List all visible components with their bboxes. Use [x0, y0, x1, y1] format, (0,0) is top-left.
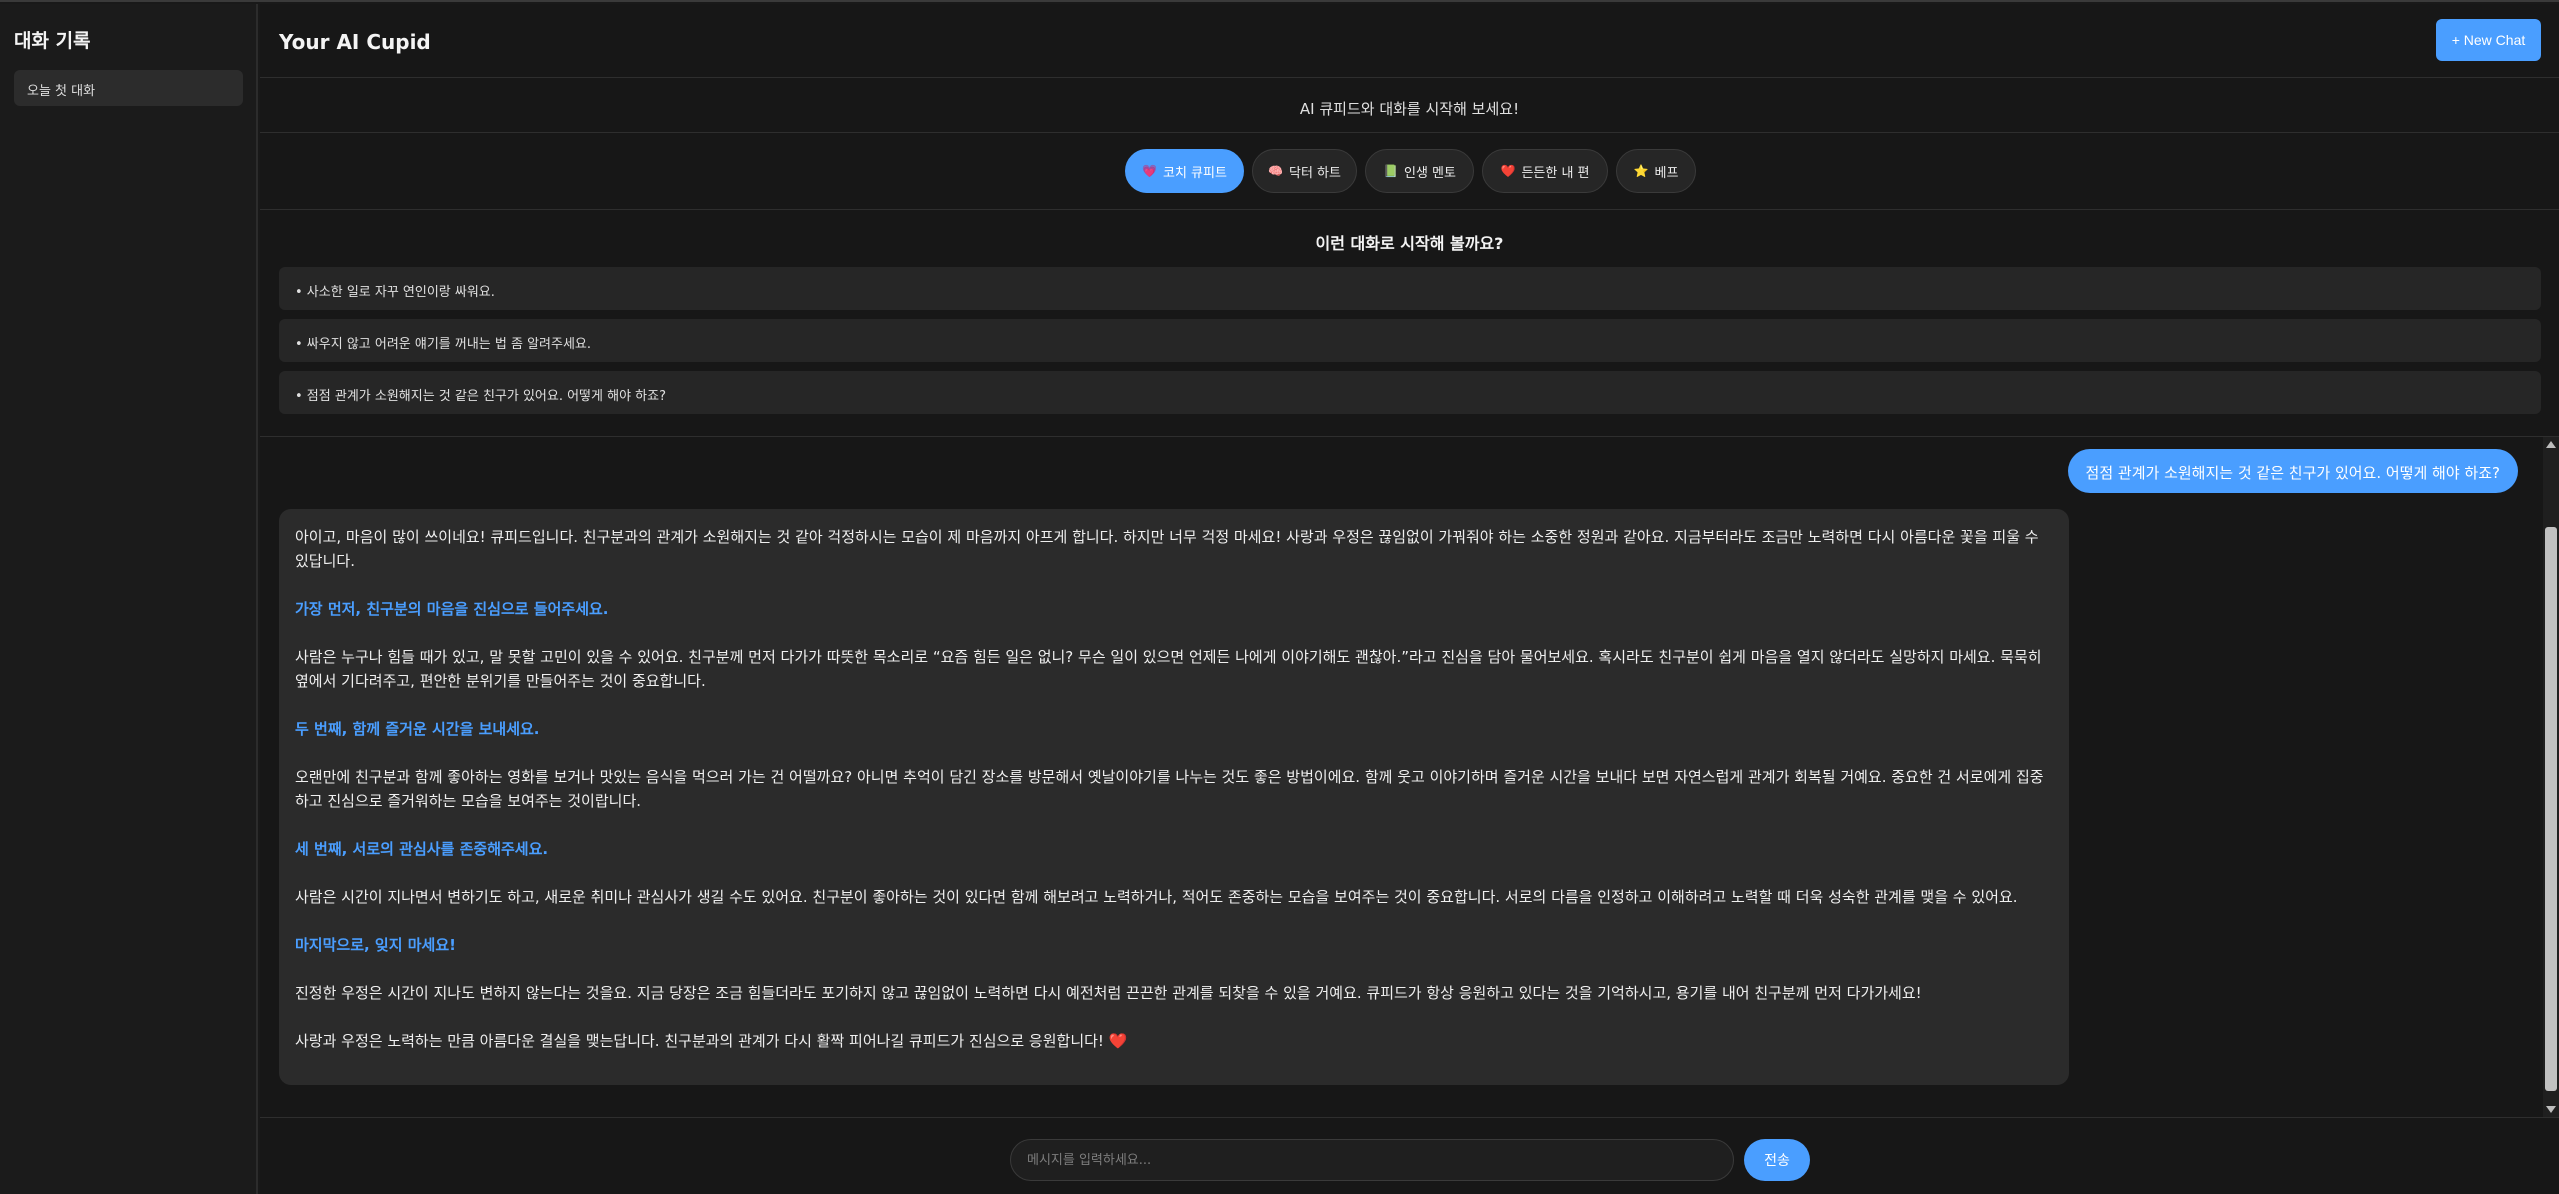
send-button[interactable]: 전송	[1744, 1139, 1810, 1181]
heart-icon: 💗	[1142, 164, 1157, 178]
main-panel: Your AI Cupid + New Chat AI 큐피드와 대화를 시작해…	[260, 4, 2559, 1194]
heart-icon: ❤️	[1500, 164, 1516, 178]
message-paragraph: 사람은 시간이 지나면서 변하기도 하고, 새로운 취미나 관심사가 생길 수도…	[295, 888, 2018, 906]
message-heading: 마지막으로, 잊지 마세요!	[295, 936, 456, 954]
persona-best-friend-button[interactable]: ⭐ 베프	[1616, 149, 1696, 193]
app-window: 대화 기록 오늘 첫 대화 Your AI Cupid + New Chat A…	[0, 0, 2559, 1194]
suggestion-item[interactable]: • 사소한 일로 자꾸 연인이랑 싸워요.	[279, 267, 2541, 310]
message-paragraph: 진정한 우정은 시간이 지나도 변하지 않는다는 것을요. 지금 당장은 조금 …	[295, 984, 1922, 1002]
book-icon: 📗	[1383, 164, 1398, 178]
message-heading: 가장 먼저, 친구분의 마음을 진심으로 들어주세요.	[295, 600, 609, 618]
message-input[interactable]	[1010, 1139, 1734, 1181]
message-heading: 두 번째, 함께 즐거운 시간을 보내세요.	[295, 720, 540, 738]
intro-text: AI 큐피드와 대화를 시작해 보세요!	[260, 79, 2559, 133]
persona-coach-cupid-button[interactable]: 💗 코치 큐피트	[1125, 149, 1244, 193]
persona-label: 인생 멘토	[1403, 165, 1456, 181]
persona-my-side-button[interactable]: ❤️ 든든한 내 편	[1482, 149, 1608, 193]
app-title: Your AI Cupid	[279, 30, 431, 54]
message-paragraph: 사람은 누구나 힘들 때가 있고, 말 못할 고민이 있을 수 있어요. 친구분…	[295, 648, 2042, 690]
persona-label: 코치 큐피트	[1163, 165, 1227, 181]
suggestion-item[interactable]: • 점점 관계가 소원해지는 것 같은 친구가 있어요. 어떻게 해야 하죠?	[279, 371, 2541, 414]
history-item[interactable]: 오늘 첫 대화	[14, 70, 243, 106]
message-paragraph: 오랜만에 친구분과 함께 좋아하는 영화를 보거나 맛있는 음식을 먹으러 가는…	[295, 768, 2044, 810]
persona-selector: 💗 코치 큐피트 🧠 닥터 하트 📗 인생 멘토 ❤️ 든든한 내 편 ⭐ 베프	[260, 134, 2559, 210]
chat-scrollbar[interactable]	[2543, 437, 2559, 1117]
suggestions-title: 이런 대화로 시작해 볼까요?	[1315, 234, 1504, 253]
sidebar: 대화 기록 오늘 첫 대화	[0, 4, 258, 1194]
sidebar-title: 대화 기록	[14, 30, 91, 52]
brain-icon: 🧠	[1268, 164, 1283, 178]
suggestion-item[interactable]: • 싸우지 않고 어려운 얘기를 꺼내는 법 좀 알려주세요.	[279, 319, 2541, 362]
message-heading: 세 번째, 서로의 관심사를 존중해주세요.	[295, 840, 549, 858]
header: Your AI Cupid + New Chat	[260, 4, 2559, 78]
persona-label: 베프	[1654, 165, 1679, 181]
persona-label: 든든한 내 편	[1521, 165, 1590, 181]
star-icon: ⭐	[1633, 164, 1649, 178]
heart-icon: ❤️	[1108, 1032, 1128, 1050]
scroll-up-arrow-icon[interactable]	[2546, 441, 2556, 448]
user-message: 점점 관계가 소원해지는 것 같은 친구가 있어요. 어떻게 해야 하죠?	[2067, 449, 2518, 493]
persona-doctor-heart-button[interactable]: 🧠 닥터 하트	[1252, 149, 1357, 193]
new-chat-button[interactable]: + New Chat	[2436, 19, 2541, 61]
assistant-message: 아이고, 마음이 많이 쓰이네요! 큐피드입니다. 친구분과의 관계가 소원해지…	[279, 509, 2069, 1085]
message-input-bar: 전송	[260, 1120, 2559, 1194]
message-paragraph: 아이고, 마음이 많이 쓰이네요! 큐피드입니다. 친구분과의 관계가 소원해지…	[295, 528, 2039, 570]
chat-messages: 점점 관계가 소원해지는 것 같은 친구가 있어요. 어떻게 해야 하죠? 아이…	[260, 436, 2559, 1118]
message-text: 사랑과 우정은 노력하는 만큼 아름다운 결실을 맺는답니다. 친구분과의 관계…	[295, 1032, 1104, 1050]
message-paragraph: 사랑과 우정은 노력하는 만큼 아름다운 결실을 맺는답니다. 친구분과의 관계…	[295, 1029, 2053, 1053]
scroll-down-arrow-icon[interactable]	[2546, 1106, 2556, 1113]
scroll-thumb[interactable]	[2545, 527, 2557, 1091]
persona-label: 닥터 하트	[1288, 165, 1341, 181]
persona-life-mentor-button[interactable]: 📗 인생 멘토	[1365, 149, 1474, 193]
